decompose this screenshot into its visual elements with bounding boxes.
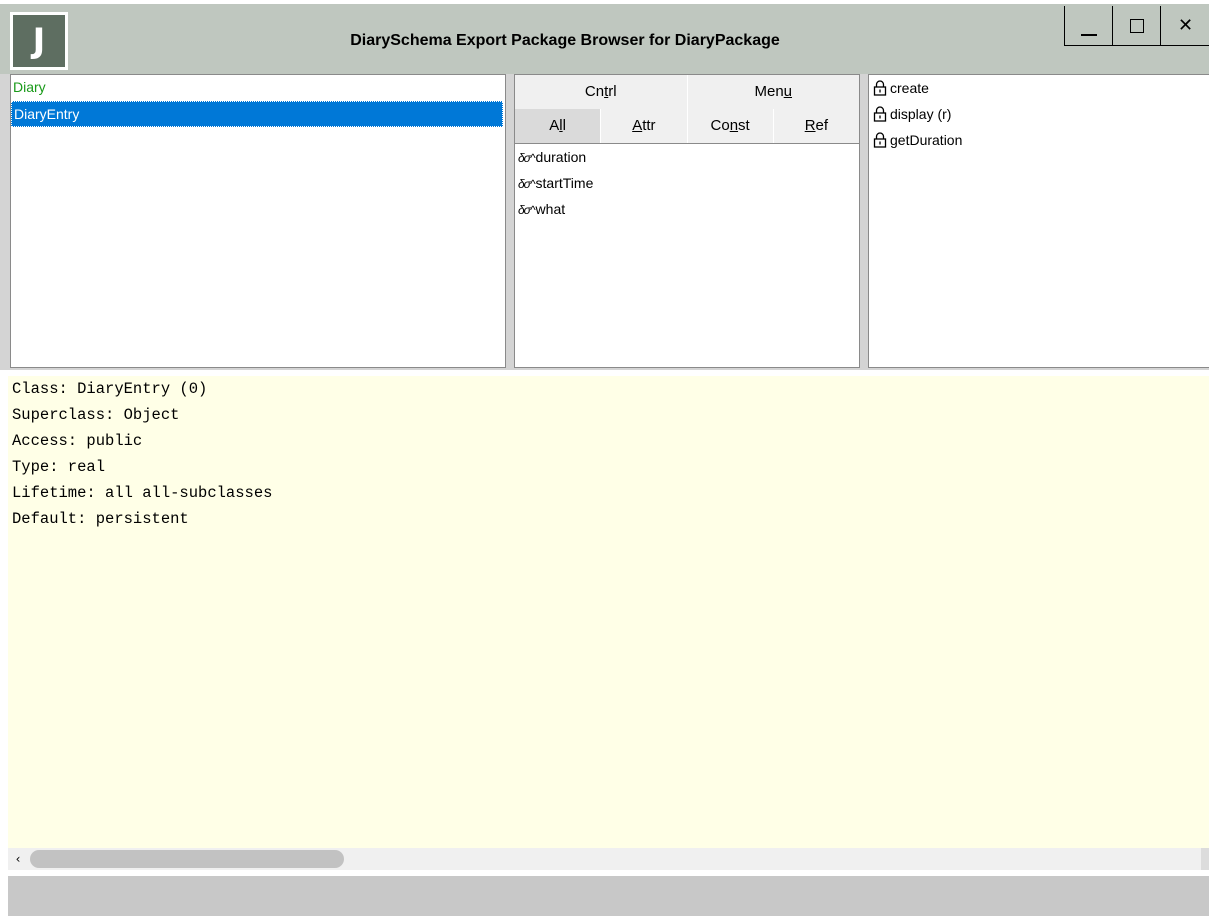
- minimize-icon: [1080, 33, 1097, 36]
- tab-row-bottom: All Attr Const Ref: [515, 109, 859, 143]
- glasses-icon: δσ^: [518, 177, 536, 191]
- info-superclass: Superclass: Object: [12, 406, 180, 424]
- feature-item-what[interactable]: δσ^what: [515, 196, 859, 222]
- scroll-left-icon[interactable]: ‹: [8, 848, 28, 870]
- info-access: Access: public: [12, 432, 143, 450]
- tab-row-top: Cntrl Menu: [515, 75, 859, 109]
- feature-list[interactable]: δσ^duration δσ^startTime δσ^what: [515, 143, 859, 367]
- maximize-button[interactable]: [1112, 6, 1160, 46]
- tab-attr[interactable]: Attr: [601, 109, 688, 143]
- title-bar: J DiarySchema Export Package Browser for…: [0, 0, 1209, 74]
- browser-panels: Diary DiaryEntry Cntrl Menu All Attr Con…: [0, 74, 1209, 370]
- lock-icon: [873, 132, 887, 148]
- maximize-icon: [1129, 18, 1144, 33]
- close-icon: ✕: [1177, 15, 1194, 36]
- classes-list[interactable]: Diary DiaryEntry: [10, 74, 506, 368]
- glasses-icon: δσ^: [518, 151, 536, 165]
- info-class: Class: DiaryEntry (0): [12, 380, 208, 398]
- method-label: display (r): [890, 106, 952, 122]
- tab-const[interactable]: Const: [687, 109, 774, 143]
- scrollbar-thumb[interactable]: [30, 850, 344, 868]
- tab-cntrl[interactable]: Cntrl: [515, 75, 688, 109]
- method-item-getduration[interactable]: getDuration: [869, 127, 1209, 153]
- feature-item-duration[interactable]: δσ^duration: [515, 144, 859, 170]
- window-frame: [0, 370, 8, 916]
- close-button[interactable]: ✕: [1160, 6, 1209, 46]
- horizontal-scrollbar[interactable]: ‹: [8, 848, 1209, 870]
- feature-label: what: [535, 201, 566, 217]
- tab-ref[interactable]: Ref: [773, 109, 859, 143]
- class-item-diaryentry[interactable]: DiaryEntry: [11, 101, 503, 127]
- status-bar: [8, 876, 1209, 916]
- scroll-right-button[interactable]: [1201, 848, 1209, 870]
- info-lifetime: Lifetime: all all-subclasses: [12, 484, 273, 502]
- features-panel: Cntrl Menu All Attr Const Ref δσ^duratio…: [514, 74, 860, 368]
- method-item-display[interactable]: display (r): [869, 101, 1209, 127]
- feature-item-starttime[interactable]: δσ^startTime: [515, 170, 859, 196]
- feature-label: duration: [535, 149, 587, 165]
- lock-icon: [873, 106, 887, 122]
- glasses-icon: δσ^: [518, 203, 536, 217]
- info-type: Type: real: [12, 458, 106, 476]
- methods-list[interactable]: create display (r) getDuration: [868, 74, 1209, 368]
- class-info-pane[interactable]: Class: DiaryEntry (0) Superclass: Object…: [8, 376, 1209, 850]
- window-controls: ✕: [1064, 6, 1209, 46]
- method-item-create[interactable]: create: [869, 75, 1209, 101]
- window-title: DiarySchema Export Package Browser for D…: [350, 32, 780, 49]
- minimize-button[interactable]: [1064, 6, 1112, 46]
- class-item-diary[interactable]: Diary: [11, 75, 505, 101]
- method-label: create: [890, 80, 929, 96]
- tab-menu[interactable]: Menu: [687, 75, 859, 109]
- lock-icon: [873, 80, 887, 96]
- feature-label: startTime: [535, 175, 594, 191]
- tab-all[interactable]: All: [515, 109, 602, 143]
- method-label: getDuration: [890, 132, 963, 148]
- info-default: Default: persistent: [12, 510, 189, 528]
